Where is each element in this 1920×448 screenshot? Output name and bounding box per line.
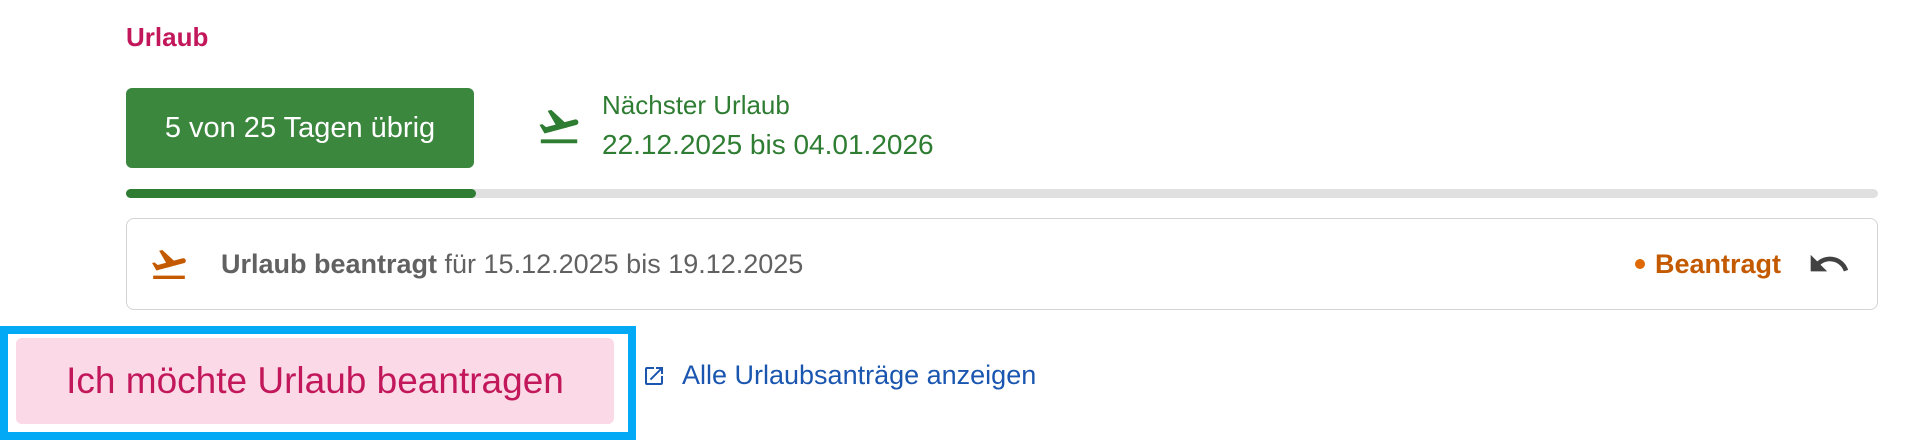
vacation-request-card: Urlaub beantragt für 15.12.2025 bis 19.1…: [126, 218, 1878, 310]
vacation-balance-badge: 5 von 25 Tagen übrig: [126, 88, 474, 168]
external-link-icon: [645, 366, 663, 385]
vacation-progress-fill: [126, 189, 477, 198]
section-title: Urlaub: [126, 22, 209, 52]
vacation-request-title: Urlaub beantragt: [221, 248, 438, 279]
vacation-request-detail: für 15.12.2025 bis 19.12.2025: [437, 248, 804, 279]
next-vacation-label: Nächster Urlaub: [602, 90, 790, 120]
vacation-request-text: Urlaub beantragt für 15.12.2025 bis 19.1…: [221, 249, 1635, 280]
undo-icon[interactable]: [1807, 242, 1851, 286]
vacation-progress-bar: [126, 189, 1878, 198]
request-vacation-button[interactable]: Ich möchte Urlaub beantragen: [16, 338, 614, 424]
next-vacation: Nächster Urlaub 22.12.2025 bis 04.01.202…: [536, 90, 934, 161]
all-vacation-requests-label: Alle Urlaubsanträge anzeigen: [682, 360, 1037, 390]
status-dot: [1634, 259, 1645, 269]
status-badge: Beantragt: [1634, 248, 1781, 280]
airplane-takeoff-icon: [152, 249, 186, 279]
all-vacation-requests-link[interactable]: Alle Urlaubsanträge anzeigen: [642, 360, 1036, 391]
status-label: Beantragt: [1654, 248, 1781, 279]
next-vacation-range: 22.12.2025 bis 04.01.2026: [602, 129, 934, 160]
vacation-widget: Urlaub 5 von 25 Tagen übrig Nächster Url…: [0, 0, 1920, 448]
airplane-takeoff-icon: [539, 109, 579, 143]
